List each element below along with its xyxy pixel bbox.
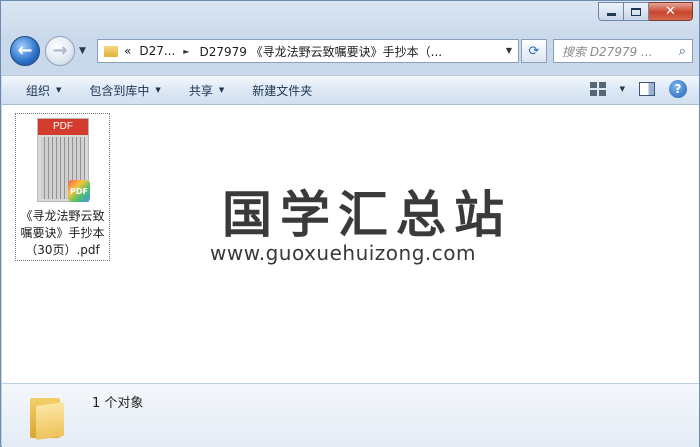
back-arrow-icon: ← xyxy=(17,40,33,61)
close-icon: ✕ xyxy=(665,4,676,19)
explorer-window: ✕ ← → ▼ « D27... ► D27979 《寻龙法野云致嘱要诀》手抄本… xyxy=(0,0,700,447)
refresh-button[interactable]: ⟳ xyxy=(521,39,547,63)
new-folder-button[interactable]: 新建文件夹 xyxy=(238,76,326,104)
change-view-icon[interactable] xyxy=(589,82,606,96)
share-label: 共享 xyxy=(188,83,213,98)
item-count: 1 个对象 xyxy=(92,396,144,411)
breadcrumb-overflow[interactable]: « xyxy=(124,44,131,58)
file-item-pdf[interactable]: PDF PDF 《寻龙法野云致嘱要诀》手抄本（30页）.pdf xyxy=(15,113,110,261)
forward-button[interactable]: → xyxy=(45,36,75,66)
breadcrumb: « D27... ► D27979 《寻龙法野云致嘱要诀》手抄本（... xyxy=(124,43,450,60)
search-input[interactable]: 搜索 D27979 ... ⌕ xyxy=(553,39,693,63)
address-dropdown-icon[interactable]: ▼ xyxy=(506,46,512,55)
search-placeholder: 搜索 D27979 ... xyxy=(562,44,653,59)
view-options-dropdown-icon[interactable]: ▼ xyxy=(620,85,625,93)
minimize-button[interactable] xyxy=(598,2,624,21)
file-list-area[interactable]: PDF PDF 《寻龙法野云致嘱要诀》手抄本（30页）.pdf 国学汇总站 ww… xyxy=(2,105,699,421)
file-name: 《寻龙法野云致嘱要诀》手抄本（30页）.pdf xyxy=(20,209,105,257)
organize-label: 组织 xyxy=(26,83,51,98)
include-in-library-menu[interactable]: 包含到库中 ▼ xyxy=(75,76,174,104)
details-pane: 1 个对象 xyxy=(2,383,699,447)
preview-pane-icon[interactable] xyxy=(639,82,655,96)
organize-menu[interactable]: 组织 ▼ xyxy=(2,76,75,104)
chevron-down-icon: ▼ xyxy=(218,86,225,94)
pdf-thumbnail-label: PDF xyxy=(38,119,88,135)
include-in-library-label: 包含到库中 xyxy=(89,83,150,98)
maximize-button[interactable] xyxy=(624,2,649,21)
breadcrumb-item-current[interactable]: D27979 《寻龙法野云致嘱要诀》手抄本（... xyxy=(199,43,442,60)
new-folder-label: 新建文件夹 xyxy=(252,83,313,98)
forward-arrow-icon: → xyxy=(52,40,68,61)
pdf-app-icon: PDF xyxy=(68,180,90,202)
navigation-bar: ← → ▼ « D27... ► D27979 《寻龙法野云致嘱要诀》手抄本（.… xyxy=(1,31,700,71)
share-menu[interactable]: 共享 ▼ xyxy=(175,76,238,104)
chevron-down-icon: ▼ xyxy=(56,86,62,94)
close-button[interactable]: ✕ xyxy=(649,2,693,21)
maximize-icon xyxy=(631,7,641,16)
watermark-title: 国学汇总站 xyxy=(222,186,512,244)
command-bar: 组织 ▼ 包含到库中 ▼ 共享 ▼ 新建文件夹 ▼ ? xyxy=(2,75,699,105)
watermark-url: www.guoxuehuizong.com xyxy=(210,241,476,265)
folder-icon xyxy=(104,45,118,57)
help-icon[interactable]: ? xyxy=(669,80,687,98)
view-controls: ▼ ? xyxy=(589,80,687,98)
folder-icon xyxy=(30,394,64,440)
breadcrumb-item-parent[interactable]: D27... xyxy=(139,44,175,58)
back-button[interactable]: ← xyxy=(10,36,40,66)
chevron-down-icon: ▼ xyxy=(155,86,161,94)
refresh-icon: ⟳ xyxy=(528,43,540,59)
breadcrumb-separator-icon[interactable]: ► xyxy=(183,47,189,56)
caption-buttons: ✕ xyxy=(598,2,693,21)
recent-pages-dropdown[interactable]: ▼ xyxy=(79,46,86,56)
search-icon[interactable]: ⌕ xyxy=(679,44,686,59)
minimize-icon xyxy=(606,13,616,16)
address-bar[interactable]: « D27... ► D27979 《寻龙法野云致嘱要诀》手抄本（... ▼ xyxy=(97,39,519,63)
